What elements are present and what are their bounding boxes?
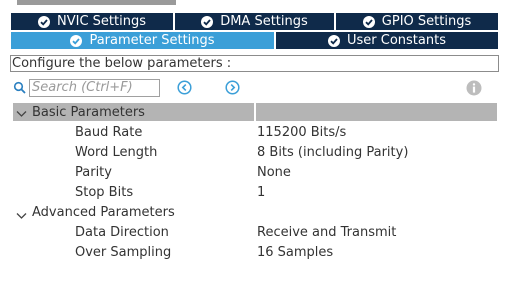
param-value[interactable]: None xyxy=(257,164,291,181)
tab-label: Parameter Settings xyxy=(89,33,215,48)
tab-label: DMA Settings xyxy=(220,14,308,29)
tab-label: NVIC Settings xyxy=(57,14,146,29)
info-icon[interactable] xyxy=(466,80,482,100)
param-name: Word Length xyxy=(75,145,158,160)
param-value[interactable]: Receive and Transmit xyxy=(257,224,396,241)
arrow-left-circle-icon[interactable] xyxy=(177,80,192,99)
column-divider xyxy=(254,103,256,121)
arrow-right-circle-icon[interactable] xyxy=(225,80,240,99)
tab-label: GPIO Settings xyxy=(381,14,472,29)
check-circle-icon xyxy=(38,15,50,28)
tab-label: User Constants xyxy=(347,33,446,48)
param-name: Over Sampling xyxy=(75,245,172,260)
param-name: Baud Rate xyxy=(75,125,143,140)
search-input[interactable]: Search (Ctrl+F) xyxy=(29,79,160,97)
check-circle-icon xyxy=(70,34,83,47)
param-name: Stop Bits xyxy=(75,185,134,200)
tab-dma-settings[interactable]: DMA Settings xyxy=(175,13,334,30)
tab-parameter-settings[interactable]: Parameter Settings xyxy=(11,32,274,49)
param-name: Parity xyxy=(75,165,112,180)
param-value[interactable]: 115200 Bits/s xyxy=(257,124,346,141)
window-top-strip xyxy=(17,0,176,5)
group-label[interactable]: Advanced Parameters xyxy=(32,204,175,221)
group-label: Basic Parameters xyxy=(32,105,145,120)
tab-gpio-settings[interactable]: GPIO Settings xyxy=(336,13,498,30)
check-circle-icon xyxy=(362,15,375,28)
param-value[interactable]: 8 Bits (including Parity) xyxy=(257,144,408,161)
search-icon xyxy=(13,81,27,99)
param-name: Data Direction xyxy=(75,225,169,240)
tab-nvic-settings[interactable]: NVIC Settings xyxy=(11,13,173,30)
check-circle-icon xyxy=(328,34,340,47)
param-value[interactable]: 16 Samples xyxy=(257,244,333,261)
chevron-down-icon[interactable] xyxy=(16,107,27,122)
chevron-down-icon[interactable] xyxy=(16,209,27,224)
check-circle-icon xyxy=(201,15,214,28)
param-value[interactable]: 1 xyxy=(257,184,265,201)
description-box: Configure the below parameters : xyxy=(10,55,499,72)
tab-user-constants[interactable]: User Constants xyxy=(276,32,498,49)
